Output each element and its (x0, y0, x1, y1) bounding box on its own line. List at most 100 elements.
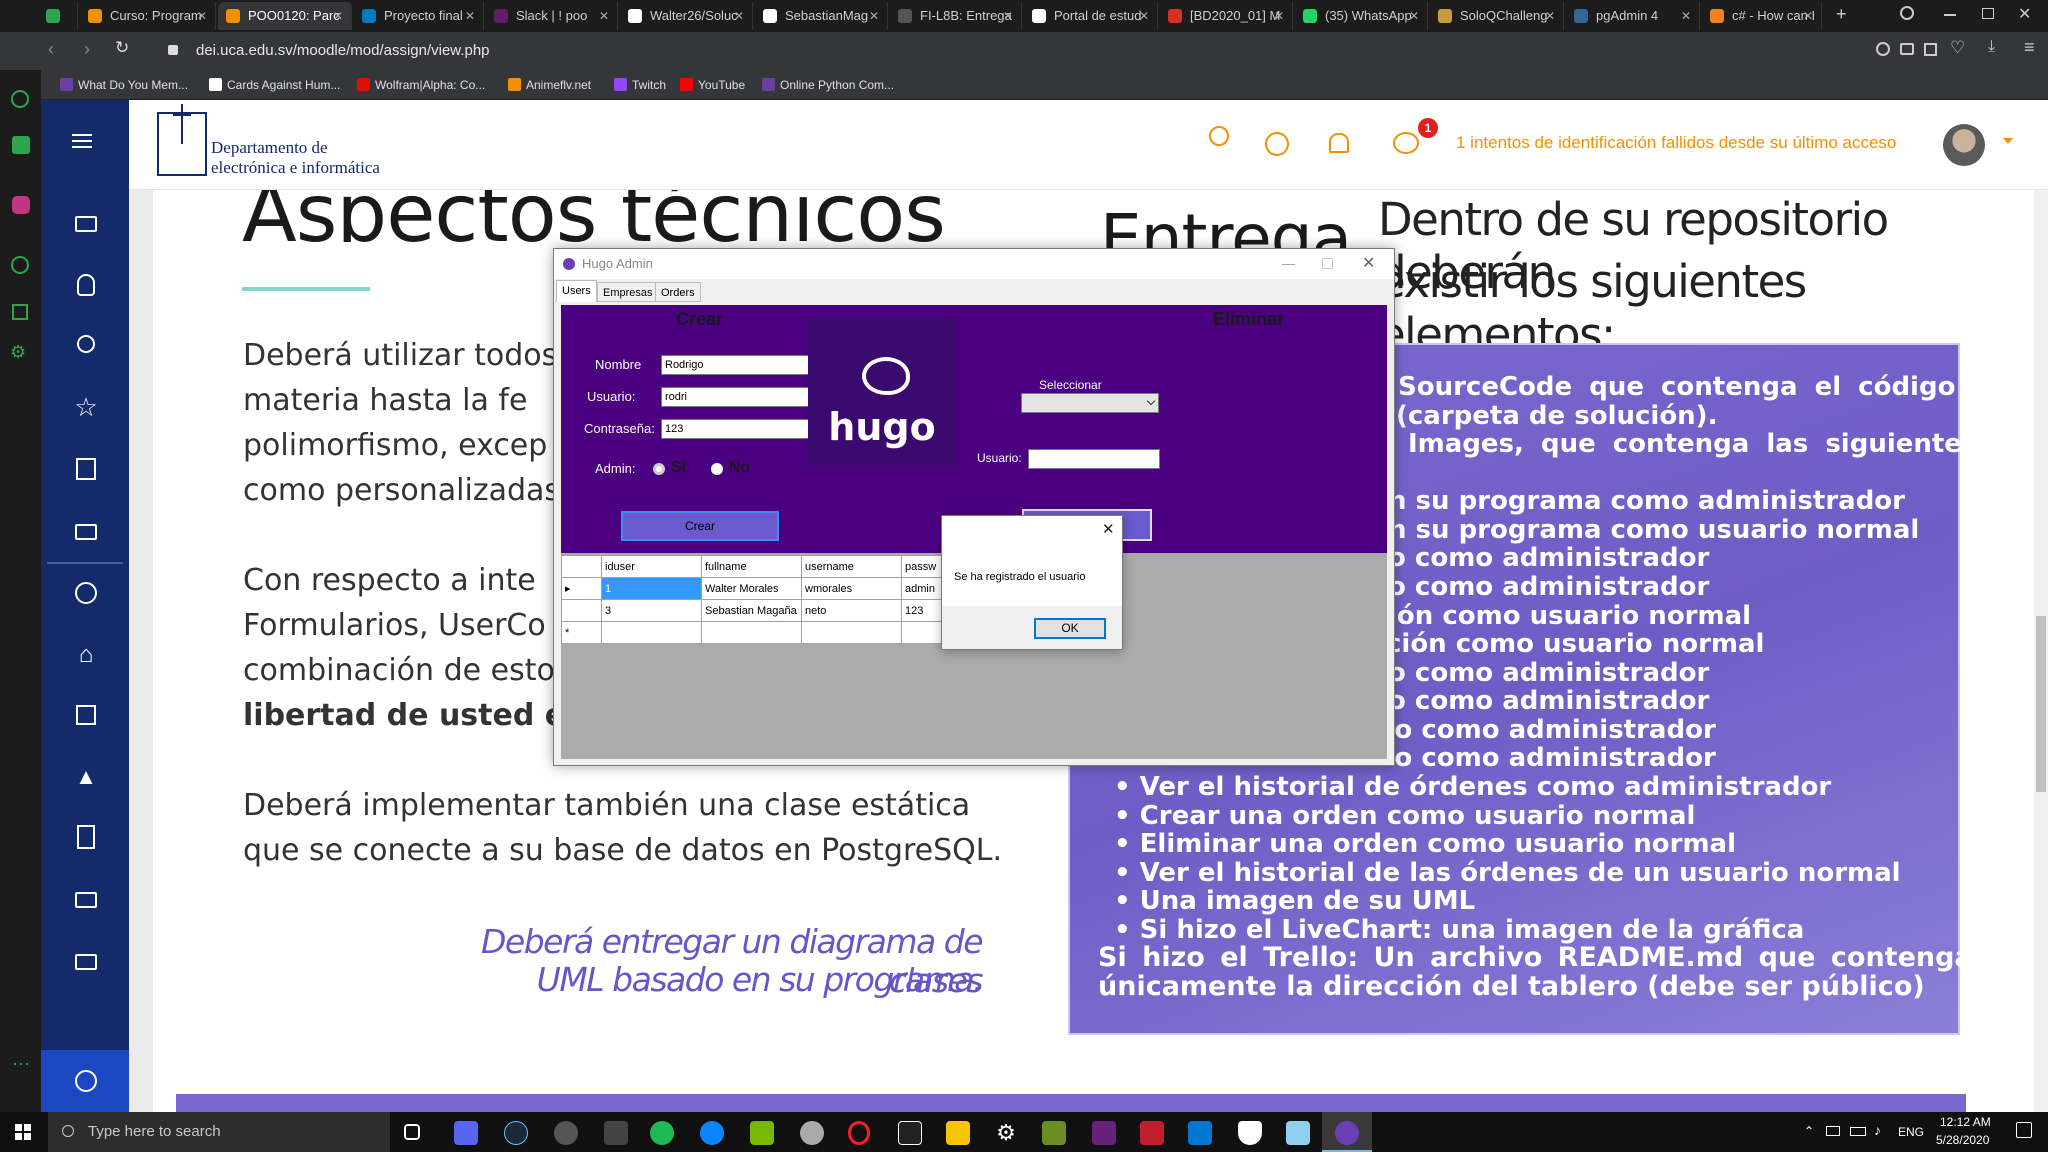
folder-icon[interactable] (71, 884, 101, 914)
browser-tab[interactable]: (35) WhatsApp ✕ (1295, 2, 1428, 30)
forward-icon[interactable]: › (84, 39, 90, 60)
user-menu-caret-icon[interactable] (2003, 138, 2013, 144)
participants-icon[interactable] (71, 270, 101, 300)
instagram-icon[interactable] (12, 196, 30, 214)
messages-icon[interactable] (1393, 132, 1419, 154)
browser-tab[interactable]: Curso: Program ✕ (80, 2, 216, 30)
usuario-input[interactable]: rodri (661, 387, 811, 407)
tab-close-icon[interactable]: ✕ (1681, 2, 1691, 30)
bookmark-item[interactable]: YouTube (678, 70, 745, 100)
heart-icon[interactable]: ♡ (1950, 38, 1965, 58)
speed-dial-icon[interactable] (11, 90, 29, 108)
taskbar-search[interactable]: Type here to search (48, 1112, 390, 1152)
column-header[interactable]: passw (901, 555, 942, 578)
security-icon[interactable] (1238, 1121, 1262, 1145)
close-window-button[interactable]: ✕ (2018, 4, 2031, 24)
notepad-icon[interactable] (1286, 1121, 1310, 1145)
visual-studio-icon[interactable] (1092, 1121, 1116, 1145)
tab-orders[interactable]: Orders (655, 282, 701, 302)
globe-icon[interactable] (1265, 132, 1289, 156)
column-header[interactable]: iduser (601, 555, 702, 578)
settings-icon[interactable]: ⚙ (994, 1121, 1018, 1145)
twitch-icon[interactable] (12, 136, 30, 154)
folder-icon[interactable] (71, 208, 101, 238)
grid-cell[interactable]: wmorales (801, 577, 902, 600)
usuario-delete-input[interactable] (1028, 449, 1160, 469)
volume-icon[interactable]: ♪ (1874, 1122, 1881, 1138)
epic-games-icon[interactable] (898, 1121, 922, 1145)
grid-cell[interactable]: 1 (601, 577, 702, 600)
github-icon[interactable] (554, 1121, 578, 1145)
network-icon[interactable] (1826, 1126, 1840, 1136)
bookmark-item[interactable]: What Do You Mem... (58, 70, 188, 100)
tab-close-icon[interactable]: ✕ (1803, 2, 1813, 30)
bell-icon[interactable] (1329, 133, 1349, 153)
grid-cell[interactable]: 3 (601, 599, 702, 622)
admin-si-radio[interactable] (653, 463, 665, 475)
folder-icon[interactable] (71, 516, 101, 546)
tab-users[interactable]: Users (556, 280, 597, 302)
cube-icon[interactable] (12, 304, 28, 320)
table-row[interactable]: 3 Sebastian Magaña neto 123 (561, 599, 942, 622)
more-icon[interactable]: ⋯ (12, 1054, 30, 1075)
tab-close-icon[interactable]: ✕ (197, 2, 207, 30)
browser-tab[interactable]: Portal de estud ✕ (1024, 2, 1158, 30)
bookmark-item[interactable]: Online Python Com... (760, 70, 894, 100)
grid-cell[interactable]: Walter Morales (701, 577, 802, 600)
courses-icon[interactable]: ▲ (71, 762, 101, 792)
grid-cell[interactable]: Sebastian Magaña (701, 599, 802, 622)
column-header[interactable]: username (801, 555, 902, 578)
menu-icon[interactable]: ≡ (2024, 37, 2035, 58)
grid-cell[interactable]: admin (901, 577, 942, 600)
contrasena-input[interactable]: 123 (661, 419, 811, 439)
steam-icon[interactable] (504, 1121, 528, 1145)
grid-cell[interactable]: 123 (901, 599, 942, 622)
browser-tab[interactable]: Proyecto final ✕ (354, 2, 484, 30)
star-icon[interactable]: ☆ (71, 392, 101, 422)
tab-close-icon[interactable]: ✕ (734, 2, 744, 30)
task-view-icon[interactable] (404, 1124, 420, 1140)
browser-tab[interactable]: [BD2020_01] M ✕ (1160, 2, 1293, 30)
discord-icon[interactable] (454, 1121, 478, 1145)
camera-icon[interactable] (1900, 43, 1914, 55)
admin-no-radio[interactable] (711, 463, 723, 475)
avatar[interactable] (1943, 124, 1985, 166)
search-tabs-icon[interactable] (1900, 6, 1914, 20)
reload-icon[interactable]: ↻ (115, 38, 129, 58)
spotify-icon[interactable] (650, 1121, 674, 1145)
visual-code-icon[interactable] (1188, 1121, 1212, 1145)
app-icon[interactable] (604, 1121, 628, 1145)
grid-cell[interactable]: neto (801, 599, 902, 622)
bookmark-item[interactable]: Cards Against Hum... (207, 70, 340, 100)
clock-time[interactable]: 12:12 AM (1940, 1115, 1991, 1129)
browser-tab[interactable]: POO0120: Parc ✕ (218, 2, 352, 30)
tab-close-icon[interactable]: ✕ (1139, 2, 1149, 30)
browser-tab[interactable]: Walter26/Soluc ✕ (620, 2, 753, 30)
tab-close-icon[interactable]: ✕ (869, 2, 879, 30)
scrollbar-thumb[interactable] (2036, 616, 2046, 792)
minimize-window-button[interactable] (1944, 14, 1956, 16)
tab-close-icon[interactable]: ✕ (1409, 2, 1419, 30)
notifications-icon[interactable] (2016, 1122, 2032, 1138)
accessibility-icon[interactable] (75, 1070, 97, 1092)
column-header[interactable]: fullname (701, 555, 802, 578)
zoom-icon[interactable] (1876, 42, 1890, 56)
grades-icon[interactable] (71, 454, 101, 484)
restore-window-button[interactable] (1982, 8, 1994, 19)
user-select-dropdown[interactable] (1021, 393, 1159, 413)
tab-close-icon[interactable]: ✕ (465, 2, 475, 30)
start-windows-icon[interactable] (15, 1124, 31, 1140)
browser-tab[interactable]: Slack | ! poo ✕ (486, 2, 618, 30)
settings-icon[interactable]: ⚙ (10, 342, 26, 363)
search-icon[interactable] (1209, 126, 1229, 146)
share-icon[interactable] (1924, 43, 1937, 56)
maximize-button[interactable] (1322, 258, 1333, 269)
home-icon[interactable]: ⌂ (71, 640, 101, 670)
language-indicator[interactable]: ENG (1898, 1125, 1924, 1139)
users-grid[interactable]: iduser fullname username passw ▸ 1 Walte… (561, 555, 942, 644)
browser-tab[interactable]: c# - How can I ✕ (1702, 2, 1822, 30)
tab-close-icon[interactable]: ✕ (1545, 2, 1555, 30)
tab-close-icon[interactable]: ✕ (1274, 2, 1284, 30)
calendar-icon[interactable] (71, 700, 101, 730)
tab-close-icon[interactable]: ✕ (1003, 2, 1013, 30)
